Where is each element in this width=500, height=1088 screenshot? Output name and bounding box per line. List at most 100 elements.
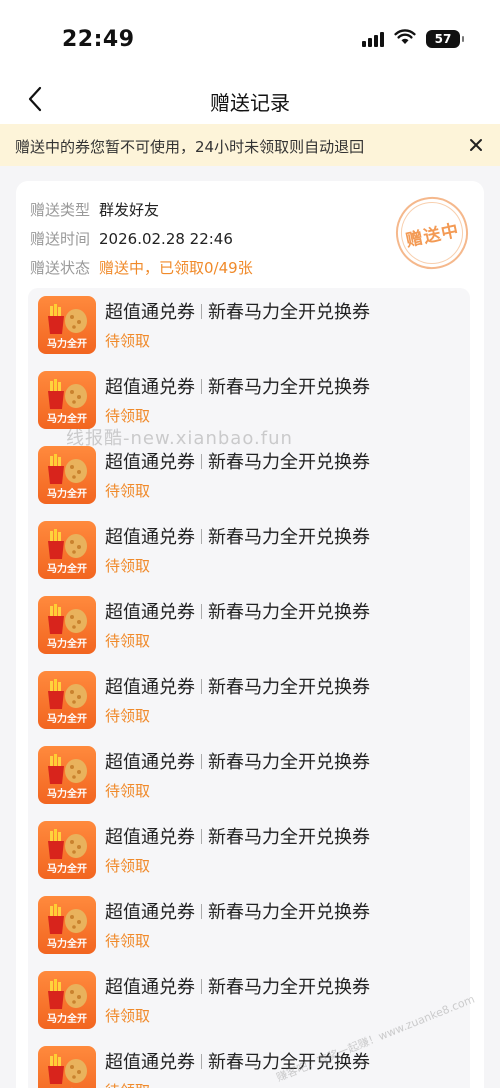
- gift-type-row: 赠送类型 群发好友: [30, 199, 159, 220]
- coupon-item[interactable]: 马力全开 超值通兑券新春马力全开兑换券待领取: [38, 671, 458, 731]
- coupon-item[interactable]: 马力全开 超值通兑券新春马力全开兑换券待领取: [38, 521, 458, 581]
- coupon-name: 超值通兑券: [105, 752, 195, 773]
- coupon-thumbnail: 马力全开: [38, 971, 96, 1029]
- coupon-name: 超值通兑券: [105, 602, 195, 623]
- status-icons: 57: [362, 29, 464, 49]
- divider: [201, 304, 202, 319]
- coupon-thumb-label: 马力全开: [47, 714, 87, 725]
- coupon-status: 待领取: [105, 632, 151, 650]
- coupon-thumbnail: 马力全开: [38, 671, 96, 729]
- coupon-subtitle: 新春马力全开兑换券: [208, 377, 370, 398]
- divider: [201, 679, 202, 694]
- coupon-name: 超值通兑券: [105, 1052, 195, 1073]
- coupon-title: 超值通兑券 新春马力全开兑换券: [105, 523, 370, 549]
- coupon-status: 待领取: [105, 857, 151, 875]
- coupon-status: 待领取: [105, 332, 151, 350]
- coupon-title: 超值通兑券 新春马力全开兑换券: [105, 598, 370, 624]
- status-stamp-text: 赠送中: [404, 220, 462, 251]
- coupon-name: 超值通兑券: [105, 527, 195, 548]
- coupon-item[interactable]: 马力全开 超值通兑券新春马力全开兑换券待领取: [38, 296, 458, 356]
- coupon-item[interactable]: 马力全开超值通兑券新春马力全开兑换券待领取: [38, 1046, 458, 1088]
- gift-time-value: 2026.02.28 22:46: [99, 230, 233, 248]
- coupon-item[interactable]: 马力全开 超值通兑券新春马力全开兑换券待领取: [38, 746, 458, 806]
- coupon-thumb-label: 马力全开: [47, 339, 87, 350]
- coupon-title: 超值通兑券 新春马力全开兑换券: [105, 373, 370, 399]
- coupon-thumb-label: 马力全开: [47, 639, 87, 650]
- status-time: 22:49: [62, 27, 135, 52]
- divider: [201, 379, 202, 394]
- coupon-thumb-label: 马力全开: [47, 564, 87, 575]
- close-icon[interactable]: [464, 133, 488, 157]
- coupon-status: 待领取: [105, 407, 151, 425]
- coupon-thumb-label: 马力全开: [47, 1014, 87, 1025]
- coupon-thumbnail: 马力全开: [38, 746, 96, 804]
- coupon-status: 待领取: [105, 1007, 151, 1025]
- coupon-title: 超值通兑券 新春马力全开兑换券: [105, 823, 370, 849]
- coupon-status: 待领取: [105, 932, 151, 950]
- coupon-thumbnail: 马力全开: [38, 371, 96, 429]
- coupon-thumb-label: 马力全开: [47, 489, 87, 500]
- gift-status-row: 赠送状态 赠送中，已领取0/49张: [30, 257, 253, 278]
- coupon-name: 超值通兑券: [105, 377, 195, 398]
- coupon-thumb-label: 马力全开: [47, 939, 87, 950]
- coupon-name: 超值通兑券: [105, 902, 195, 923]
- coupon-status: 待领取: [105, 482, 151, 500]
- battery-icon: 57: [426, 30, 464, 48]
- coupon-thumbnail: 马力全开: [38, 896, 96, 954]
- status-bar: 22:49 57: [0, 0, 500, 78]
- divider: [201, 979, 202, 994]
- gift-status-label: 赠送状态: [30, 259, 91, 277]
- coupon-subtitle: 新春马力全开兑换券: [208, 302, 370, 323]
- coupon-subtitle: 新春马力全开兑换券: [208, 1052, 370, 1073]
- coupon-name: 超值通兑券: [105, 977, 195, 998]
- coupon-item[interactable]: 马力全开超值通兑券新春马力全开兑换券待领取: [38, 821, 458, 881]
- coupon-title: 超值通兑券 新春马力全开兑换券: [105, 973, 370, 999]
- divider: [201, 904, 202, 919]
- coupon-status: 待领取: [105, 782, 151, 800]
- coupon-subtitle: 新春马力全开兑换券: [208, 527, 370, 548]
- coupon-thumb-label: 马力全开: [47, 789, 87, 800]
- coupon-status: 待领取: [105, 707, 151, 725]
- divider: [201, 1054, 202, 1069]
- coupon-thumbnail: 马力全开: [38, 521, 96, 579]
- coupon-status: 待领取: [105, 1080, 150, 1088]
- nav-bar: 赠送记录: [0, 78, 500, 124]
- status-stamp: 赠送中: [389, 190, 475, 276]
- coupon-title: 超值通兑券 新春马力全开兑换券: [105, 748, 370, 774]
- divider: [201, 604, 202, 619]
- coupon-item[interactable]: 马力全开 超值通兑券新春马力全开兑换券待领取: [38, 371, 458, 431]
- coupon-title: 超值通兑券 新春马力全开兑换券: [105, 673, 370, 699]
- coupon-name: 超值通兑券: [105, 452, 195, 473]
- notice-text: 赠送中的券您暂不可使用，24小时未领取则自动退回: [15, 138, 365, 156]
- coupon-item[interactable]: 马力全开 超值通兑券新春马力全开兑换券待领取: [38, 896, 458, 956]
- gift-time-row: 赠送时间 2026.02.28 22:46: [30, 228, 233, 249]
- coupon-subtitle: 新春马力全开兑换券: [208, 602, 370, 623]
- coupon-item[interactable]: 马力全开 超值通兑券新春马力全开兑换券待领取: [38, 446, 458, 506]
- coupon-thumbnail: 马力全开: [38, 821, 96, 879]
- coupon-status: 待领取: [105, 557, 151, 575]
- coupon-subtitle: 新春马力全开兑换券: [208, 752, 370, 773]
- wifi-icon: [394, 29, 416, 49]
- coupon-subtitle: 新春马力全开兑换券: [208, 452, 370, 473]
- coupon-thumbnail: 马力全开: [38, 446, 96, 504]
- coupon-title: 超值通兑券 新春马力全开兑换券: [105, 898, 370, 924]
- divider: [201, 829, 202, 844]
- coupon-name: 超值通兑券: [105, 677, 195, 698]
- coupon-name: 超值通兑券: [105, 302, 195, 323]
- coupon-item[interactable]: 马力全开 超值通兑券新春马力全开兑换券待领取: [38, 596, 458, 656]
- gift-type-value: 群发好友: [99, 201, 160, 219]
- coupon-thumb-label: 马力全开: [47, 414, 87, 425]
- coupon-subtitle: 新春马力全开兑换券: [208, 902, 370, 923]
- coupon-subtitle: 新春马力全开兑换券: [208, 977, 370, 998]
- coupon-item[interactable]: 马力全开 超值通兑券新春马力全开兑换券待领取: [38, 971, 458, 1031]
- divider: [201, 454, 202, 469]
- divider: [201, 754, 202, 769]
- page-title: 赠送记录: [210, 91, 290, 115]
- coupon-subtitle: 新春马力全开兑换券: [208, 827, 370, 848]
- coupon-title: 超值通兑券 新春马力全开兑换券: [105, 1048, 370, 1074]
- coupon-list: 马力全开 超值通兑券 新春马力全开兑换券 待领取 马力全开 超值通兑券 新春马力全开兑换券待…: [28, 288, 470, 1088]
- gift-record-card: 赠送类型 群发好友 赠送时间 2026.02.28 22:46 赠送状态 赠送中，已领…: [16, 181, 484, 1088]
- coupon-title: 超值通兑券 新春马力全开兑换券: [105, 448, 370, 474]
- notice-banner: 赠送中的券您暂不可使用，24小时未领取则自动退回: [0, 124, 500, 166]
- divider: [201, 529, 202, 544]
